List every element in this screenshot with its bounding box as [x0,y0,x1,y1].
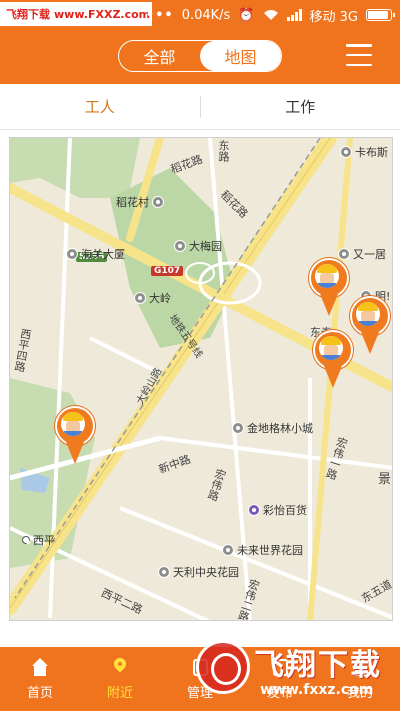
worker-marker[interactable] [313,330,353,388]
nav-profile-label: 我的 [346,685,373,701]
map-poi[interactable]: 西平 [22,532,55,548]
map-poi[interactable]: 天利中央花园 [158,564,239,580]
watermark-site-name: 飞翔下载 [6,8,50,21]
tab-jobs[interactable]: 工作 [201,96,400,117]
worker-marker[interactable] [55,406,95,464]
poi-label: 稻花村 [116,196,149,209]
person-icon [350,657,370,678]
map-poi[interactable]: 未来世界花园 [222,542,303,558]
worker-marker[interactable] [309,258,349,316]
map-poi[interactable]: 卡布斯 [340,144,388,160]
toggle-all-button[interactable]: 全部 [119,41,200,71]
signal-icon [286,9,302,21]
map-view[interactable]: 稻花路 东路 稻花路 S256 G107 地铁五号线 大岭山路 新中路 宏伟路 … [9,137,393,621]
map-poi[interactable]: 大梅园 [174,238,222,254]
poi-icon [340,146,352,158]
map-poi[interactable]: 彩怡百货 [248,502,307,518]
nav-manage-label: 管理 [186,685,213,701]
wifi-icon [263,10,278,20]
poi-label: 未来世界花园 [237,544,303,557]
nav-nearby-label: 附近 [106,685,133,701]
poi-icon [222,544,234,556]
category-tabs: 工人 工作 [0,84,400,130]
poi-label: 海关大厦 [81,248,125,261]
manage-icon [190,658,210,678]
menu-icon[interactable] [346,44,372,66]
watermark-url: www.FXXZ.com [54,7,151,21]
status-icons: ••• 0.04K/s ⏰ 移动 3G [145,0,395,30]
nav-manage[interactable]: 管理 [160,647,240,711]
poi-icon [248,504,260,516]
app-header: 全部 地图 [0,30,400,84]
battery-icon [366,9,395,21]
map-poi[interactable]: 大岭 [134,290,171,306]
alarm-icon: ⏰ [238,7,255,23]
toggle-map-button[interactable]: 地图 [200,41,281,71]
poi-label: 彩怡百货 [263,504,307,517]
nav-home[interactable]: 首页 [0,647,80,711]
nav-publish[interactable]: 发布 [240,647,320,711]
poi-icon [174,240,186,252]
nav-profile[interactable]: 我的 [320,647,400,711]
map-poi[interactable]: 金地格林小城 [232,420,313,436]
poi-label: 大岭 [149,292,171,305]
poi-icon [158,566,170,578]
watermark-top: 飞翔下载 www.FXXZ.com [0,2,152,26]
poi-label: 金地格林小城 [247,422,313,435]
poi-icon [22,536,30,544]
home-icon [30,657,50,678]
view-toggle: 全部 地图 [118,40,282,72]
tab-workers[interactable]: 工人 [0,96,200,117]
worker-marker[interactable] [350,296,390,354]
route-badge: G107 [151,266,184,276]
poi-label: 又一居 [353,248,386,261]
poi-icon [66,248,78,260]
nav-home-label: 首页 [26,685,53,701]
publish-icon [270,658,290,678]
poi-icon [152,196,164,208]
road-label: 东路 [217,140,230,162]
nav-publish-label: 发布 [266,685,293,701]
network-speed: 0.04K/s [181,7,231,23]
poi-label: 天利中央花园 [173,566,239,579]
nav-nearby[interactable]: 附近 [80,647,160,711]
map-poi[interactable]: 稻花村 [116,194,164,210]
poi-icon [232,422,244,434]
poi-label: 景 [378,472,392,487]
poi-icon [134,292,146,304]
notification-dots: ••• [145,7,174,23]
poi-label: 大梅园 [189,240,222,253]
poi-label: 卡布斯 [355,146,388,159]
carrier-label: 移动 3G [309,9,358,25]
map-poi[interactable]: 海关大厦 [66,246,125,262]
poi-label: 西平 [33,534,55,547]
bottom-nav: 首页 附近 管理 发布 我的 [0,647,400,711]
location-pin-icon [110,655,130,678]
status-bar: 飞翔下载 www.FXXZ.com ••• 0.04K/s ⏰ 移动 3G [0,0,400,30]
